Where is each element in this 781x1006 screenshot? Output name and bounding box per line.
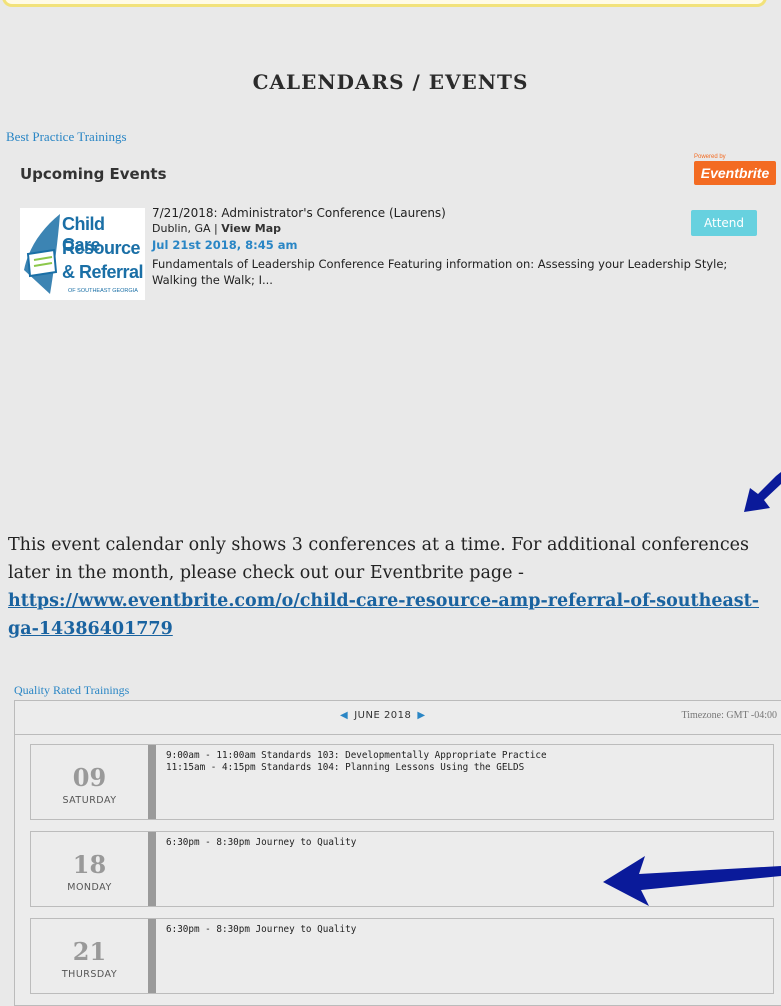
eventbrite-logo: Eventbrite	[694, 161, 776, 185]
day-card: 09 SATURDAY 9:00am - 11:00am Standards 1…	[30, 744, 774, 820]
arrow-pointer-icon	[603, 856, 781, 906]
quality-rated-trainings-link[interactable]: Quality Rated Trainings	[14, 683, 129, 698]
event-item: 7/21/2018: Administrator's Conference (L…	[152, 206, 764, 288]
event-location: Dublin, GA | View Map	[152, 222, 764, 235]
event-datetime: Jul 21st 2018, 8:45 am	[152, 238, 298, 252]
powered-by-label: Powered by	[694, 154, 726, 160]
calendar-event[interactable]: 6:30pm - 8:30pm Journey to Quality	[166, 837, 356, 849]
day-divider	[148, 832, 156, 906]
calendar-event[interactable]: 9:00am - 11:00am Standards 103: Developm…	[166, 750, 547, 762]
month-navigator: ◀ JUNE 2018 ▶	[334, 710, 432, 721]
eventbrite-badge[interactable]: Powered by Eventbrite	[694, 154, 776, 185]
arrow-pointer-icon	[744, 472, 781, 512]
day-name: MONDAY	[67, 882, 112, 893]
next-month-icon[interactable]: ▶	[411, 710, 431, 721]
day-name: SATURDAY	[62, 795, 117, 806]
best-practice-trainings-link[interactable]: Best Practice Trainings	[6, 129, 127, 145]
eventbrite-note: This event calendar only shows 3 confere…	[8, 531, 773, 643]
day-divider	[148, 919, 156, 993]
prev-month-icon[interactable]: ◀	[334, 710, 354, 721]
book-logo-icon	[24, 214, 60, 294]
logo-line-2: Resource	[62, 238, 141, 258]
day-divider	[148, 745, 156, 819]
event-location-text: Dublin, GA |	[152, 222, 222, 235]
eventbrite-page-link[interactable]: https://www.eventbrite.com/o/child-care-…	[8, 591, 759, 639]
day-number: 18	[72, 850, 107, 879]
logo-subtitle: OF SOUTHEAST GEORGIA	[68, 288, 138, 294]
month-label: JUNE 2018	[354, 710, 412, 721]
page-title: CALENDARS / EVENTS	[252, 70, 529, 94]
day-number: 21	[72, 937, 107, 966]
logo-line-3: & Referral	[62, 262, 144, 282]
day-name: THURSDAY	[61, 969, 118, 980]
view-map-link[interactable]: View Map	[221, 222, 281, 235]
calendar-event[interactable]: 11:15am - 4:15pm Standards 104: Planning…	[166, 762, 547, 774]
day-events: 9:00am - 11:00am Standards 103: Developm…	[166, 750, 547, 774]
day-events: 6:30pm - 8:30pm Journey to Quality	[166, 924, 356, 936]
day-events: 6:30pm - 8:30pm Journey to Quality	[166, 837, 356, 849]
top-banner	[2, 0, 767, 7]
calendar-header: ◀ JUNE 2018 ▶ Timezone: GMT -04:00	[14, 700, 781, 735]
note-text: This event calendar only shows 3 confere…	[8, 535, 749, 583]
timezone-label: Timezone: GMT -04:00	[681, 710, 777, 721]
event-description: Fundamentals of Leadership Conference Fe…	[152, 257, 728, 287]
attend-button[interactable]: Attend	[691, 210, 757, 236]
day-number: 09	[72, 763, 107, 792]
event-title[interactable]: 7/21/2018: Administrator's Conference (L…	[152, 206, 764, 220]
day-card: 21 THURSDAY 6:30pm - 8:30pm Journey to Q…	[30, 918, 774, 994]
org-logo: Child Care Resource & Referral OF SOUTHE…	[20, 208, 145, 300]
calendar-event[interactable]: 6:30pm - 8:30pm Journey to Quality	[166, 924, 356, 936]
upcoming-events-heading: Upcoming Events	[20, 165, 167, 183]
